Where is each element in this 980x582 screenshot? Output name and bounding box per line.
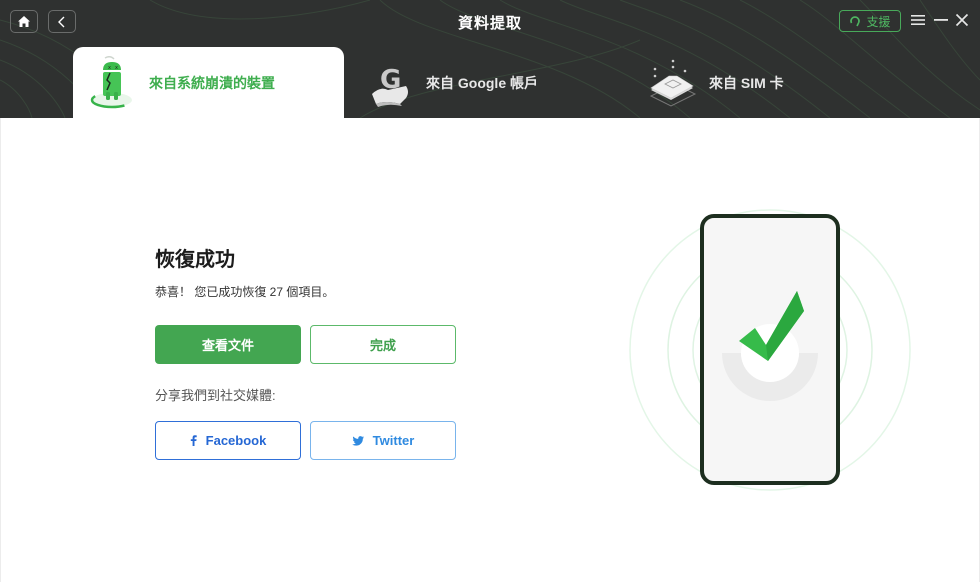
twitter-icon xyxy=(351,435,364,446)
tab-google-account[interactable]: G 來自 Google 帳戶 xyxy=(362,47,622,118)
broken-android-icon: x x xyxy=(85,55,141,111)
svg-text:x: x xyxy=(115,65,118,71)
facebook-share-button[interactable]: Facebook xyxy=(155,421,301,460)
done-button[interactable]: 完成 xyxy=(310,325,456,364)
minimize-icon xyxy=(934,19,948,21)
minimize-button[interactable] xyxy=(933,12,949,28)
share-label: 分享我們到社交媒體: xyxy=(155,388,276,403)
close-icon xyxy=(955,13,969,27)
hamburger-menu-icon xyxy=(911,15,925,25)
close-button[interactable] xyxy=(954,12,970,28)
support-label: 支援 xyxy=(866,14,891,29)
tab-label: 來自系統崩潰的裝置 xyxy=(149,74,275,91)
view-files-button[interactable]: 查看文件 xyxy=(155,325,301,364)
tab-label: 來自 SIM 卡 xyxy=(709,74,784,91)
page-title: 恢復成功 xyxy=(155,249,235,271)
tab-sim-card[interactable]: 來自 SIM 卡 xyxy=(645,47,865,118)
back-button[interactable] xyxy=(48,10,76,33)
facebook-icon xyxy=(190,435,197,446)
google-account-icon: G xyxy=(362,55,418,111)
sim-card-icon xyxy=(645,55,701,111)
svg-text:x: x xyxy=(108,65,111,71)
tab-label: 來自 Google 帳戶 xyxy=(426,74,538,91)
chevron-left-icon xyxy=(58,16,65,27)
home-button[interactable] xyxy=(10,10,38,33)
success-message: 恭喜！ 您已成功恢復 27 個項目。 xyxy=(155,285,335,299)
svg-text:G: G xyxy=(380,65,401,95)
title-bar: 資料提取 支援 x x 來自系統崩潰的裝置 G 來自 Google 帳戶 來自 … xyxy=(0,0,980,118)
headset-icon xyxy=(850,16,861,27)
twitter-label: Twitter xyxy=(372,433,415,448)
twitter-share-button[interactable]: Twitter xyxy=(310,421,456,460)
tab-crashed-device[interactable]: x x 來自系統崩潰的裝置 xyxy=(73,47,344,118)
support-button[interactable]: 支援 xyxy=(839,10,901,32)
facebook-label: Facebook xyxy=(205,433,267,448)
home-icon xyxy=(18,16,30,27)
menu-button[interactable] xyxy=(910,12,926,28)
success-phone-illustration xyxy=(629,209,911,491)
